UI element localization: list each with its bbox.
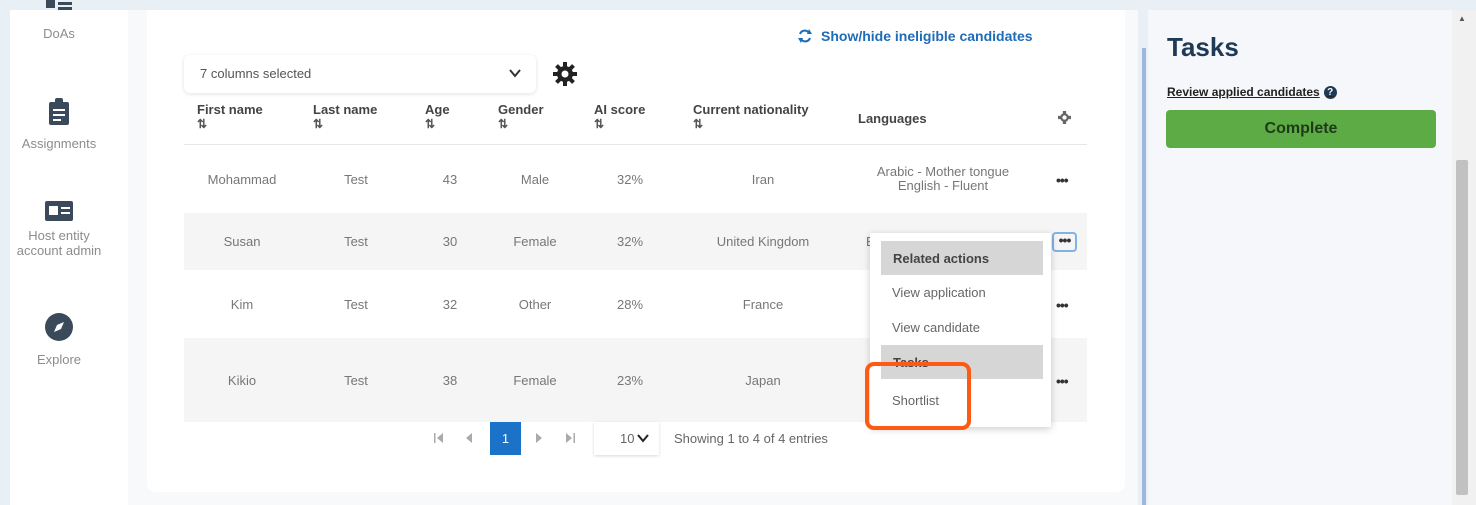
nav-item-assignments[interactable]: Assignments bbox=[0, 98, 118, 151]
cell-last-name: Test bbox=[344, 234, 368, 249]
show-hide-ineligible-link[interactable]: Show/hide ineligible candidates bbox=[797, 28, 1033, 44]
cell-first-name: Kikio bbox=[227, 373, 257, 388]
header-ai-score[interactable]: AI score ⇅ bbox=[594, 102, 645, 132]
cell-nationality: United Kingdom bbox=[716, 234, 810, 249]
menu-item-view-candidate[interactable]: View candidate bbox=[892, 320, 980, 335]
cell-age: 43 bbox=[442, 172, 458, 187]
columns-select-value: 7 columns selected bbox=[200, 66, 312, 81]
header-current-nationality[interactable]: Current nationality ⇅ bbox=[693, 102, 809, 132]
doas-icon bbox=[46, 0, 72, 10]
column-settings-gear-icon[interactable] bbox=[553, 62, 577, 86]
entries-info: Showing 1 to 4 of 4 entries bbox=[674, 431, 828, 446]
header-first-name[interactable]: First name ⇅ bbox=[197, 102, 263, 132]
nav-item-host-entity[interactable]: Host entity account admin bbox=[0, 200, 118, 258]
table-settings-gear-icon[interactable] bbox=[1058, 111, 1071, 124]
header-age[interactable]: Age ⇅ bbox=[425, 102, 450, 132]
help-icon[interactable]: ? bbox=[1323, 85, 1337, 99]
cell-first-name: Mohammad bbox=[207, 172, 277, 187]
page-size-select[interactable]: 10 bbox=[594, 422, 659, 455]
row-actions-button[interactable]: ••• bbox=[1056, 172, 1069, 188]
show-hide-label: Show/hide ineligible candidates bbox=[821, 28, 1033, 44]
row-actions-button[interactable]: ••• bbox=[1056, 373, 1069, 389]
sort-icon: ⇅ bbox=[197, 117, 207, 131]
cell-last-name: Test bbox=[344, 373, 368, 388]
cell-gender: Other bbox=[518, 297, 552, 312]
menu-item-view-application[interactable]: View application bbox=[892, 285, 986, 300]
sort-icon: ⇅ bbox=[594, 117, 604, 131]
row-actions-button[interactable]: ••• bbox=[1056, 297, 1069, 313]
cell-gender: Male bbox=[520, 172, 550, 187]
columns-select[interactable]: 7 columns selected bbox=[184, 55, 536, 93]
menu-header-related-actions: Related actions bbox=[881, 241, 1043, 275]
last-page-icon[interactable] bbox=[565, 432, 575, 444]
chevron-down-icon bbox=[509, 69, 521, 78]
cell-last-name: Test bbox=[344, 297, 368, 312]
cell-nationality: France bbox=[742, 297, 784, 312]
prev-page-icon[interactable] bbox=[465, 432, 473, 444]
cell-last-name: Test bbox=[344, 172, 368, 187]
cell-gender: Female bbox=[513, 373, 557, 388]
refresh-icon bbox=[798, 29, 812, 43]
sort-icon: ⇅ bbox=[425, 117, 435, 131]
compass-icon bbox=[45, 313, 73, 341]
cell-first-name: Kim bbox=[230, 297, 254, 312]
sort-icon: ⇅ bbox=[313, 117, 323, 131]
cell-languages: Arabic - Mother tongue English - Fluent bbox=[876, 164, 1010, 193]
cell-ai-score: 32% bbox=[616, 172, 644, 187]
cell-first-name: Susan bbox=[223, 234, 261, 249]
nav-label-explore: Explore bbox=[36, 352, 82, 367]
cell-ai-score: 32% bbox=[616, 234, 644, 249]
page-1-button[interactable]: 1 bbox=[490, 422, 521, 455]
header-last-name[interactable]: Last name ⇅ bbox=[313, 102, 377, 132]
sort-icon: ⇅ bbox=[693, 117, 703, 131]
shortlist-highlight-box bbox=[865, 362, 971, 430]
cell-age: 30 bbox=[442, 234, 458, 249]
cell-ai-score: 23% bbox=[616, 373, 644, 388]
cell-age: 32 bbox=[442, 297, 458, 312]
cell-nationality: Iran bbox=[751, 172, 775, 187]
cell-gender: Female bbox=[513, 234, 557, 249]
panel-divider-line[interactable] bbox=[1142, 48, 1146, 505]
sort-icon: ⇅ bbox=[498, 117, 508, 131]
cell-ai-score: 28% bbox=[616, 297, 644, 312]
chevron-down-icon bbox=[637, 434, 649, 443]
tasks-title: Tasks bbox=[1167, 32, 1239, 62]
nav-label-assignments: Assignments bbox=[21, 136, 97, 151]
cell-age: 38 bbox=[442, 373, 458, 388]
review-applied-candidates-link[interactable]: Review applied candidates ? bbox=[1167, 85, 1337, 99]
scroll-up-arrow-icon[interactable]: ▲ bbox=[1458, 14, 1466, 23]
header-languages: Languages bbox=[858, 111, 927, 126]
nav-label-doas: DoAs bbox=[43, 26, 75, 41]
header-gender[interactable]: Gender ⇅ bbox=[498, 102, 544, 132]
clipboard-icon bbox=[49, 98, 69, 125]
row-actions-button[interactable]: ••• bbox=[1052, 232, 1077, 252]
next-page-icon[interactable] bbox=[535, 432, 543, 444]
id-card-icon bbox=[45, 201, 73, 221]
nav-item-doas[interactable]: DoAs bbox=[0, 0, 118, 41]
nav-label-host-entity: Host entity account admin bbox=[16, 228, 102, 258]
scrollbar-thumb[interactable] bbox=[1456, 160, 1468, 495]
first-page-icon[interactable] bbox=[434, 432, 444, 444]
cell-nationality: Japan bbox=[745, 373, 781, 388]
nav-item-explore[interactable]: Explore bbox=[0, 312, 118, 367]
complete-button[interactable]: Complete bbox=[1166, 110, 1436, 148]
